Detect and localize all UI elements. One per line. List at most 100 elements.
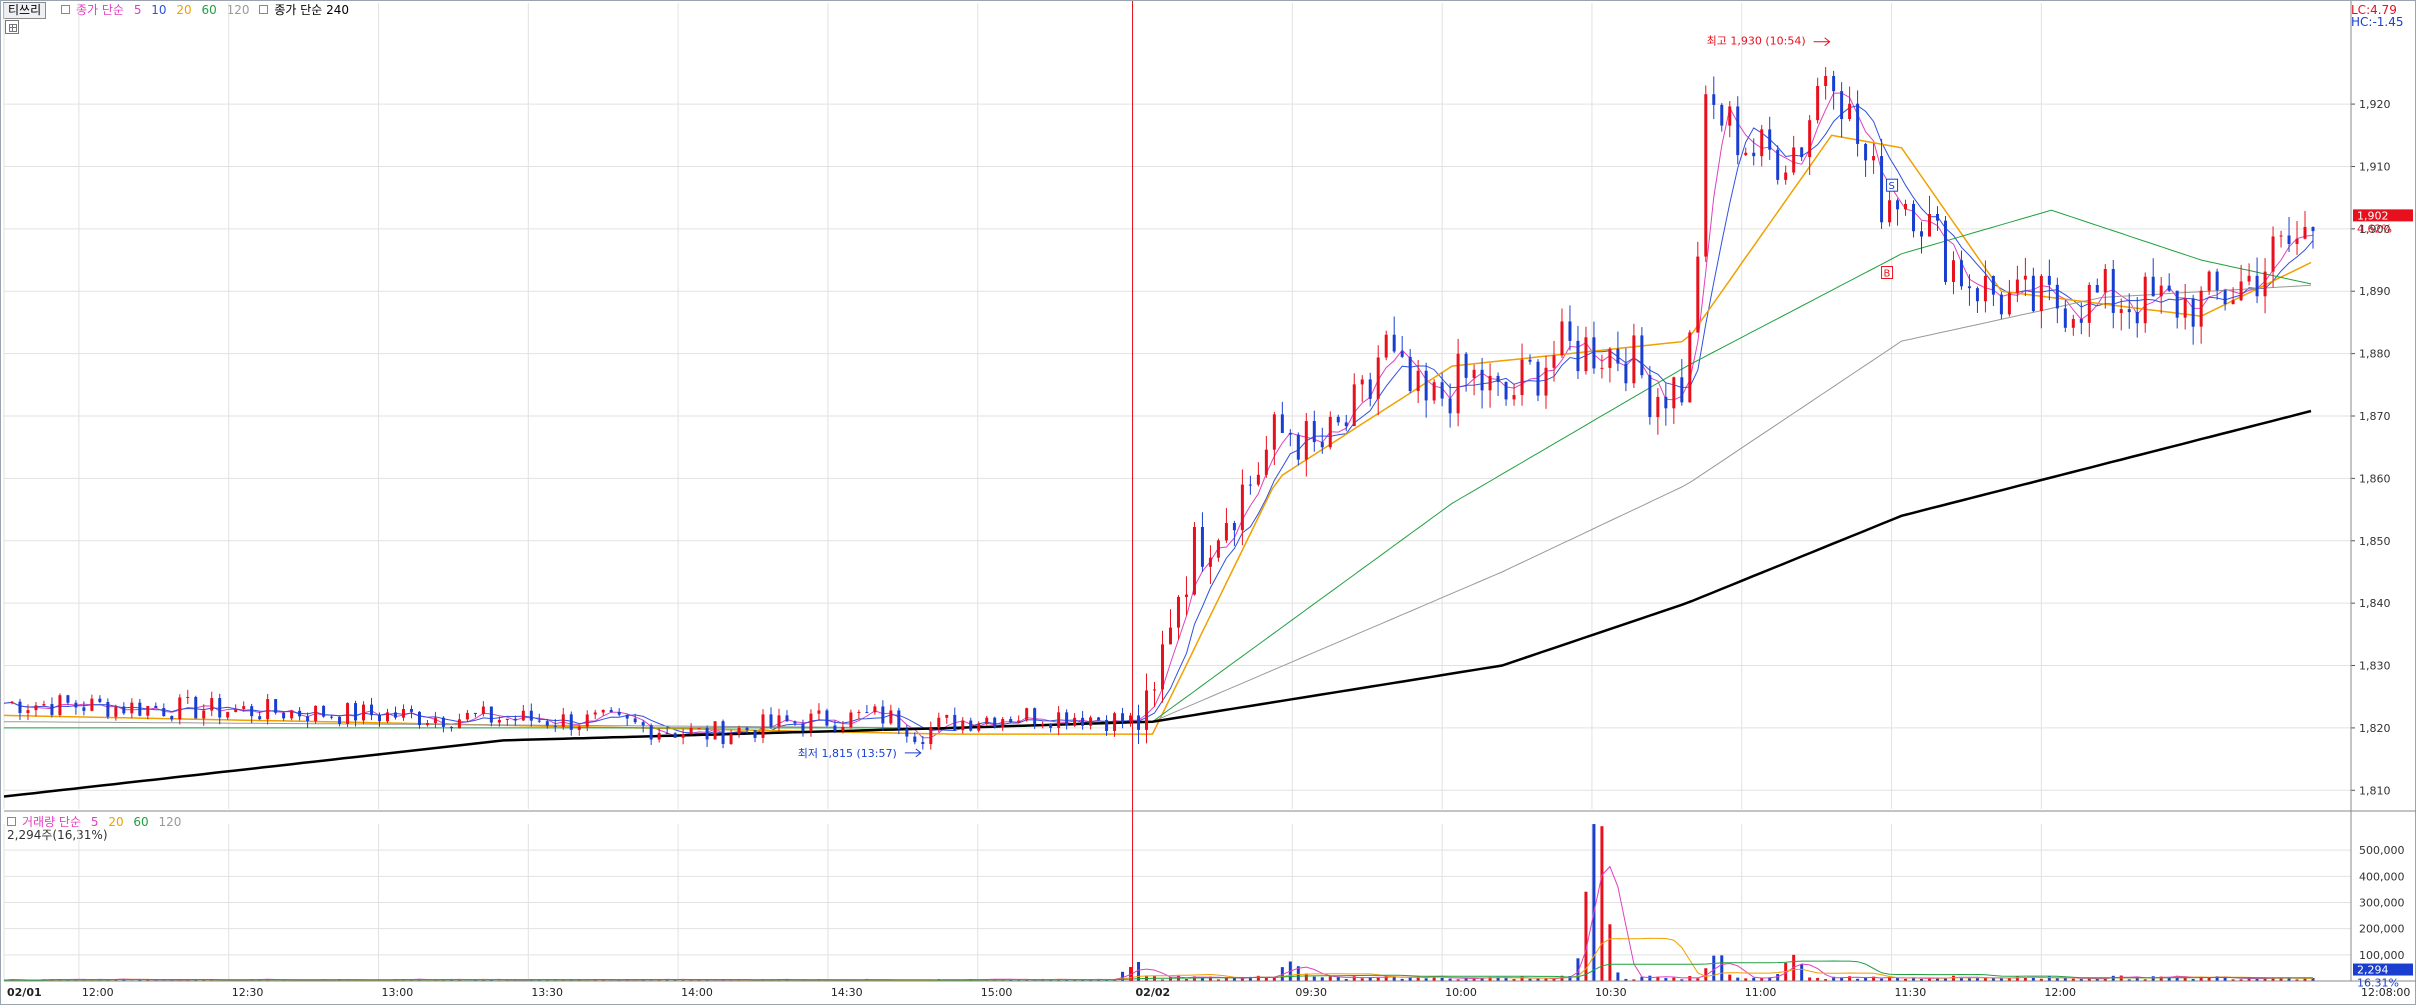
candle-body — [881, 706, 885, 724]
candle-body — [1336, 416, 1340, 423]
candle-body — [1999, 294, 2003, 315]
candle-body — [1312, 421, 1316, 443]
candle-body — [817, 710, 821, 714]
candle-body — [1752, 152, 1756, 157]
candle-body — [210, 698, 214, 711]
time-tick-label: 09:30 — [1295, 986, 1327, 999]
candle-body — [2231, 300, 2235, 305]
candle-body — [1800, 147, 1804, 158]
candle-body — [2023, 275, 2027, 280]
candle-body — [1584, 337, 1588, 372]
candle-body — [2143, 276, 2147, 324]
candle-body — [42, 704, 46, 706]
candle-body — [1416, 370, 1420, 392]
candle-body — [1792, 147, 1796, 173]
candle-body — [1720, 104, 1724, 126]
candle-body — [641, 722, 645, 726]
candle-body — [226, 711, 230, 718]
candle-body — [1472, 369, 1476, 378]
candle-body — [1057, 712, 1061, 728]
ma20-line — [3, 134, 2312, 735]
candle-body — [2015, 279, 2019, 293]
candle-body — [433, 717, 437, 724]
candle-body — [2079, 319, 2083, 323]
candle-body — [1224, 523, 1228, 541]
candle-body — [1544, 367, 1548, 396]
candle-body — [1520, 359, 1524, 396]
ma240-line — [3, 409, 2312, 798]
candle-body — [146, 705, 150, 716]
candle-body — [1880, 156, 1884, 223]
candle-body — [1648, 375, 1652, 418]
candle-body — [218, 698, 222, 718]
candle-body — [162, 708, 166, 717]
candle-body — [897, 710, 901, 729]
candle-body — [2247, 275, 2251, 282]
candle-body — [657, 733, 661, 740]
candle-body — [537, 720, 541, 722]
vol-ma5-line — [3, 865, 2314, 981]
candle-body — [2279, 235, 2283, 237]
high-annotation: 최고 1,930 (10:54) — [1707, 35, 1806, 48]
candle-body — [473, 712, 477, 715]
candle-body — [417, 711, 421, 726]
candle-body — [1073, 717, 1077, 726]
candle-body — [1744, 152, 1748, 156]
candle-body — [441, 717, 445, 727]
candle-body — [2047, 275, 2051, 285]
axes: 1,810 1,820 1,830 1,840 1,850 1,860 1,870 1,880… — [4, 1, 2416, 999]
candle-body — [1033, 708, 1037, 725]
candle-body — [401, 708, 405, 718]
candle-body — [825, 710, 829, 726]
candle-body — [2303, 226, 2307, 239]
candle-body — [1816, 86, 1820, 121]
price-tick-label: 1,830 — [2359, 660, 2391, 673]
candle-body — [258, 716, 262, 720]
candle-body — [1328, 416, 1332, 448]
time-tick-label: 11:00 — [1745, 986, 1777, 999]
candle-body — [234, 708, 238, 712]
candle-body — [2007, 292, 2011, 315]
candle-body — [889, 710, 893, 724]
price-volume-chart[interactable]: 1,810 1,820 1,830 1,840 1,850 1,860 1,870 1,880… — [1, 1, 2416, 1006]
candle-body — [1959, 260, 1963, 287]
volume-bar — [2223, 977, 2227, 981]
candle-body — [1384, 334, 1388, 358]
candle-body — [585, 714, 589, 727]
candle-body — [1864, 143, 1868, 161]
candle-body — [2215, 271, 2219, 291]
candle-body — [1784, 172, 1788, 180]
candle-body — [2031, 275, 2035, 312]
volume-bar — [1688, 976, 1692, 981]
candle-body — [2271, 236, 2275, 272]
buy-marker-label: B — [1884, 269, 1891, 280]
candle-body — [1848, 103, 1852, 120]
candle-body — [665, 733, 669, 735]
candle-body — [1017, 720, 1021, 723]
volume-bar — [2031, 977, 2035, 981]
candle-body — [553, 725, 557, 727]
candle-body — [362, 704, 366, 721]
candle-body — [1192, 526, 1196, 595]
candle-body — [290, 710, 294, 719]
candle-body — [1320, 442, 1324, 448]
candle-body — [82, 707, 86, 711]
candle-body — [1983, 275, 1987, 302]
candle-body — [1105, 719, 1109, 731]
volume-bar — [1616, 972, 1620, 981]
candle-body — [314, 705, 318, 722]
candle-body — [929, 727, 933, 745]
candle-body — [1232, 523, 1236, 531]
candle-body — [1951, 260, 1955, 282]
volume-bar — [1256, 975, 1260, 981]
candle-body — [98, 698, 102, 703]
candle-body — [1680, 377, 1684, 403]
time-tick-label: 14:30 — [831, 986, 863, 999]
current-volume-value: 2,294 — [2357, 964, 2389, 977]
candle-body — [2175, 290, 2179, 318]
candle-body — [1456, 353, 1460, 414]
candle-body — [282, 712, 286, 719]
volume-bar — [1776, 974, 1780, 981]
candle-body — [1776, 149, 1780, 180]
candle-body — [2207, 271, 2211, 291]
